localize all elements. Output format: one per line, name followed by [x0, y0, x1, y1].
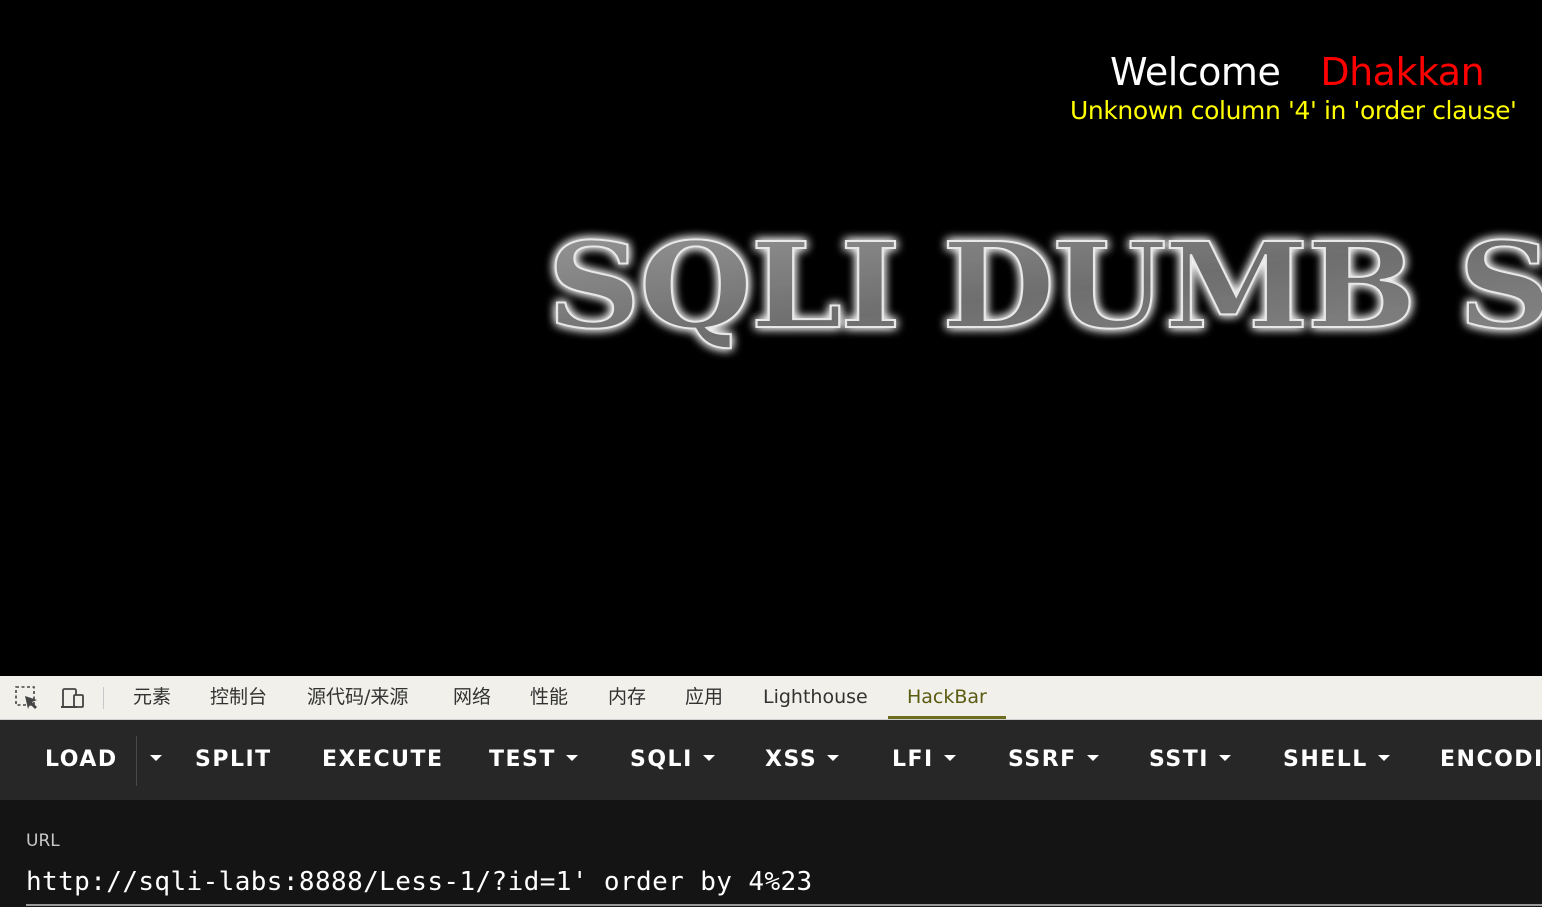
device-toolbar-icon[interactable]: [60, 685, 86, 711]
web-page: Welcome Dhakkan Unknown column '4' in 'or…: [0, 0, 1542, 676]
execute-button[interactable]: EXECUTE: [322, 720, 444, 800]
xss-menu-button[interactable]: XSS: [765, 720, 840, 800]
ssti-menu-button[interactable]: SSTI: [1149, 720, 1231, 800]
hackbar-url-panel: URL: [0, 800, 1542, 907]
url-label: URL: [26, 831, 60, 851]
tab-hackbar[interactable]: HackBar: [888, 676, 1006, 719]
lfi-button-label: LFI: [892, 747, 934, 772]
split-button-label: SPLIT: [195, 747, 272, 772]
tab-memory[interactable]: 内存: [608, 676, 646, 719]
lfi-menu-button[interactable]: LFI: [892, 720, 956, 800]
load-button-label: LOAD: [45, 747, 118, 772]
tab-performance[interactable]: 性能: [530, 676, 568, 719]
load-divider: [136, 736, 137, 786]
caret-down-icon: [827, 755, 840, 761]
caret-down-icon: [150, 755, 162, 761]
split-button[interactable]: SPLIT: [195, 720, 272, 800]
caret-down-icon: [943, 755, 956, 761]
caret-down-icon: [1377, 755, 1390, 761]
caret-down-icon: [702, 755, 715, 761]
toolbar-divider: [103, 687, 104, 709]
encoding-button-label: ENCODIN: [1440, 747, 1542, 772]
load-button[interactable]: LOAD: [45, 720, 118, 800]
tab-sources[interactable]: 源代码/来源: [307, 676, 408, 719]
ssrf-menu-button[interactable]: SSRF: [1008, 720, 1099, 800]
caret-down-icon: [565, 755, 578, 761]
tab-console[interactable]: 控制台: [210, 676, 267, 719]
sqli-dumb-series-banner: SQLI DUMB SE: [546, 215, 1542, 356]
tab-application[interactable]: 应用: [685, 676, 723, 719]
sqli-button-label: SQLI: [630, 747, 693, 772]
inspect-element-icon[interactable]: [14, 685, 40, 711]
devtools-tab-bar: 元素 控制台 源代码/来源 网络 性能 内存 应用 Lighthouse Hac…: [0, 676, 1542, 720]
caret-down-icon: [1218, 755, 1231, 761]
test-menu-button[interactable]: TEST: [489, 720, 578, 800]
caret-down-icon: [1086, 755, 1099, 761]
welcome-label: Welcome: [1110, 50, 1281, 94]
tab-network[interactable]: 网络: [453, 676, 491, 719]
banner-text: SQLI DUMB SE: [547, 216, 1542, 355]
username-label: Dhakkan: [1320, 50, 1485, 94]
encoding-menu-button[interactable]: ENCODIN: [1440, 720, 1542, 800]
shell-button-label: SHELL: [1283, 747, 1368, 772]
welcome-line: Welcome Dhakkan: [1110, 50, 1485, 94]
browser-window: Welcome Dhakkan Unknown column '4' in 'or…: [0, 0, 1542, 907]
url-input[interactable]: [26, 862, 1526, 902]
shell-menu-button[interactable]: SHELL: [1283, 720, 1390, 800]
load-options-dropdown[interactable]: [140, 720, 162, 800]
tab-elements[interactable]: 元素: [133, 676, 171, 719]
ssti-button-label: SSTI: [1149, 747, 1209, 772]
test-button-label: TEST: [489, 747, 556, 772]
sqli-menu-button[interactable]: SQLI: [630, 720, 715, 800]
tab-lighthouse[interactable]: Lighthouse: [763, 676, 868, 719]
ssrf-button-label: SSRF: [1008, 747, 1077, 772]
hackbar-toolbar: LOAD SPLIT EXECUTE TEST SQLI XSS LFI SSR…: [0, 720, 1542, 800]
execute-button-label: EXECUTE: [322, 747, 444, 772]
xss-button-label: XSS: [765, 747, 818, 772]
url-input-underline: [26, 904, 1542, 906]
sql-error-message: Unknown column '4' in 'order clause': [1070, 96, 1517, 125]
